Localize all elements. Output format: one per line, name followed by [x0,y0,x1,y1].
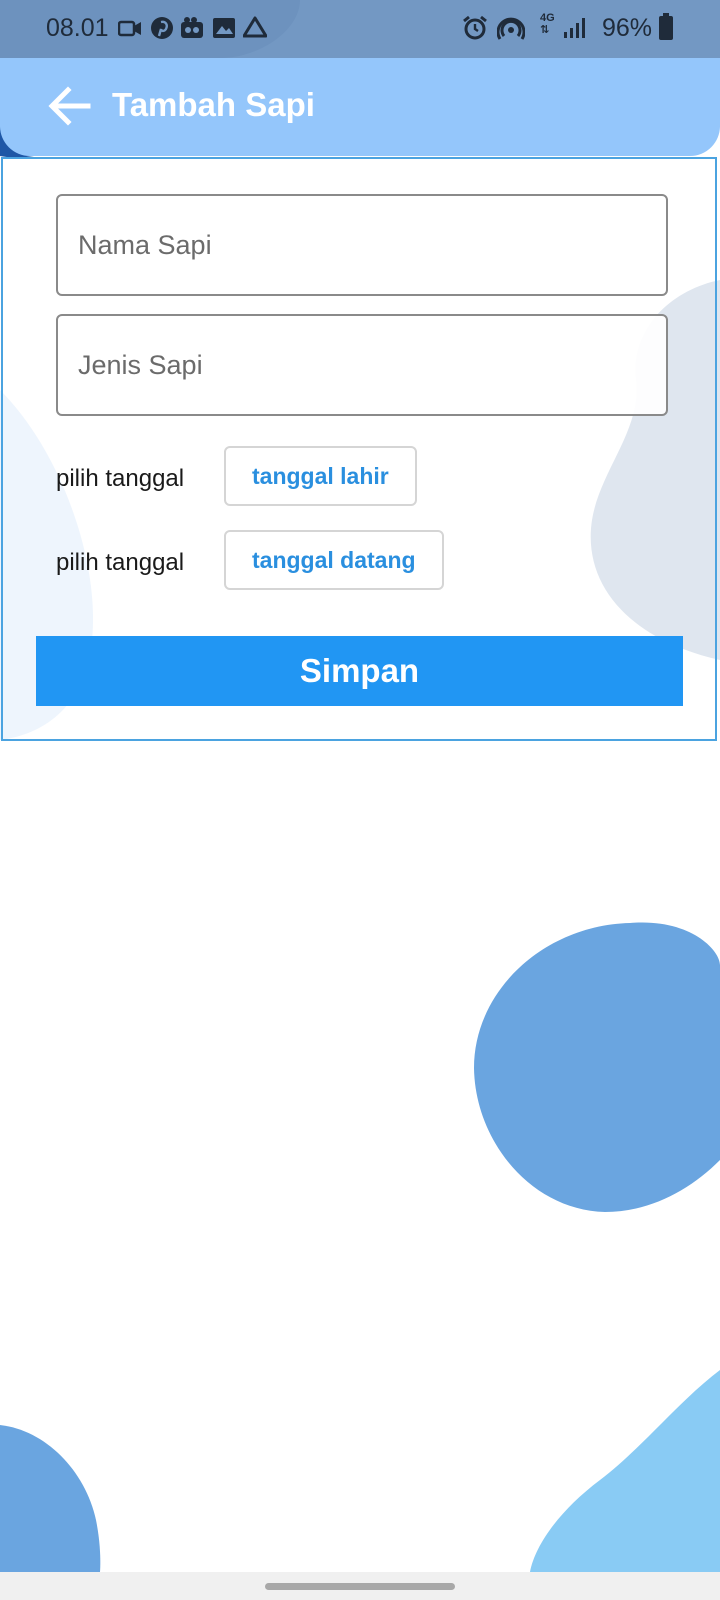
gallery-icon [212,15,236,46]
birth-date-label: pilih tanggal [56,465,185,492]
app-bar: Tambah Sapi [0,58,720,156]
tanggal-datang-button[interactable]: tanggal datang [224,530,444,590]
status-time: 08.01 [46,14,109,42]
signal-icon [562,15,588,46]
home-indicator[interactable] [265,1583,455,1590]
battery-percentage: 96% [602,14,653,42]
video-camera-icon [117,15,142,46]
jenis-sapi-field [56,314,668,416]
pinterest-icon [150,15,174,46]
save-button[interactable]: Simpan [36,636,683,706]
tanggal-lahir-button[interactable]: tanggal lahir [224,446,417,506]
hotspot-icon [496,15,526,46]
arrival-date-label: pilih tanggal [56,549,185,576]
drive-icon [242,15,268,46]
background-blob-mid [474,922,720,1212]
nama-sapi-field [56,194,668,296]
alarm-icon [462,15,488,46]
battery-icon [658,13,674,46]
screen-recorder-icon [180,15,204,46]
page-title: Tambah Sapi [112,86,315,123]
jenis-sapi-input[interactable] [58,316,666,414]
navigation-bar [0,1572,720,1600]
nama-sapi-input[interactable] [58,196,666,294]
background-blob-bottom-left [0,1425,101,1572]
back-button[interactable] [44,80,96,132]
background-blob-bottom-right [530,1370,720,1572]
arrow-left-icon [48,86,91,126]
network-type-icon: 4G ⇅ [540,12,555,36]
status-bar: 08.01 4G ⇅ 96% [0,0,720,58]
